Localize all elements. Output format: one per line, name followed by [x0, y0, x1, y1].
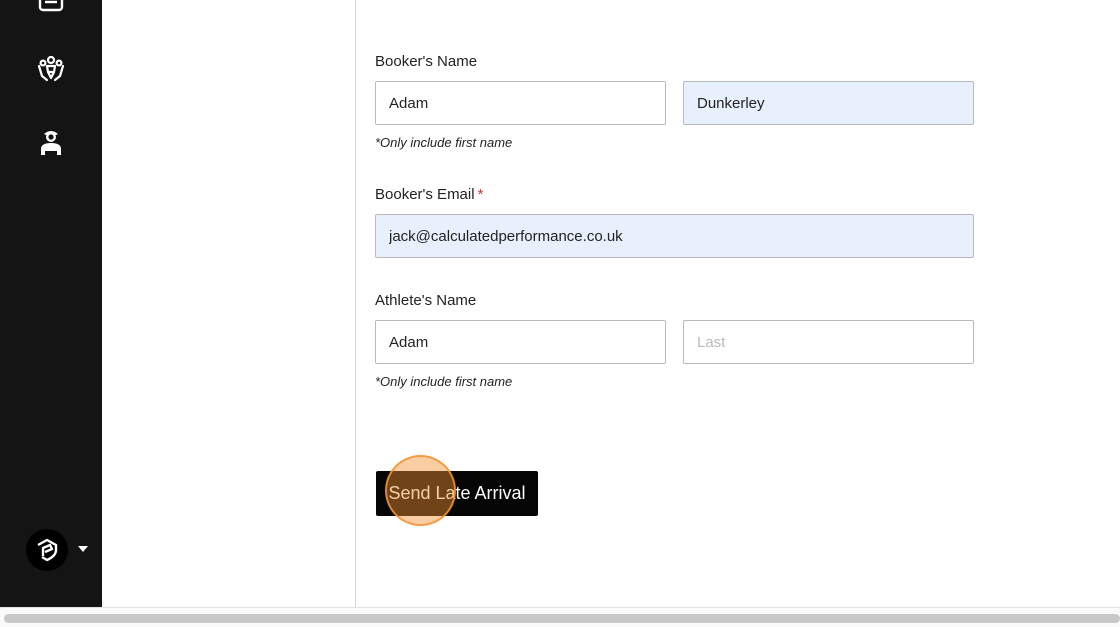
booker-email-label-text: Booker's Email — [375, 186, 475, 203]
booker-first-name-input[interactable] — [375, 81, 666, 125]
athlete-name-hint: *Only include first name — [375, 374, 513, 389]
team-icon[interactable] — [31, 48, 71, 88]
booker-name-label: Booker's Name — [375, 53, 478, 70]
athlete-last-name-input[interactable] — [683, 320, 974, 364]
required-mark: * — [477, 186, 484, 203]
athlete-name-label: Athlete's Name — [375, 292, 477, 309]
booker-name-hint: *Only include first name — [375, 135, 513, 150]
panel-divider — [355, 0, 356, 607]
booker-email-input[interactable] — [375, 214, 974, 258]
horizontal-scrollbar-thumb[interactable] — [4, 614, 1120, 623]
send-late-arrival-button[interactable]: Send Late Arrival — [376, 471, 538, 516]
left-panel — [102, 0, 355, 607]
athlete-first-name-input[interactable] — [375, 320, 666, 364]
booker-last-name-input[interactable] — [683, 81, 974, 125]
booker-email-label: Booker's Email * — [375, 186, 483, 203]
app-window: Booker's Name *Only include first name B… — [0, 0, 1120, 627]
sidebar — [0, 0, 102, 607]
list-icon[interactable] — [31, 0, 71, 20]
brand-logo-icon[interactable] — [26, 529, 68, 571]
caret-down-icon[interactable] — [77, 544, 89, 554]
coach-icon[interactable] — [31, 121, 71, 161]
